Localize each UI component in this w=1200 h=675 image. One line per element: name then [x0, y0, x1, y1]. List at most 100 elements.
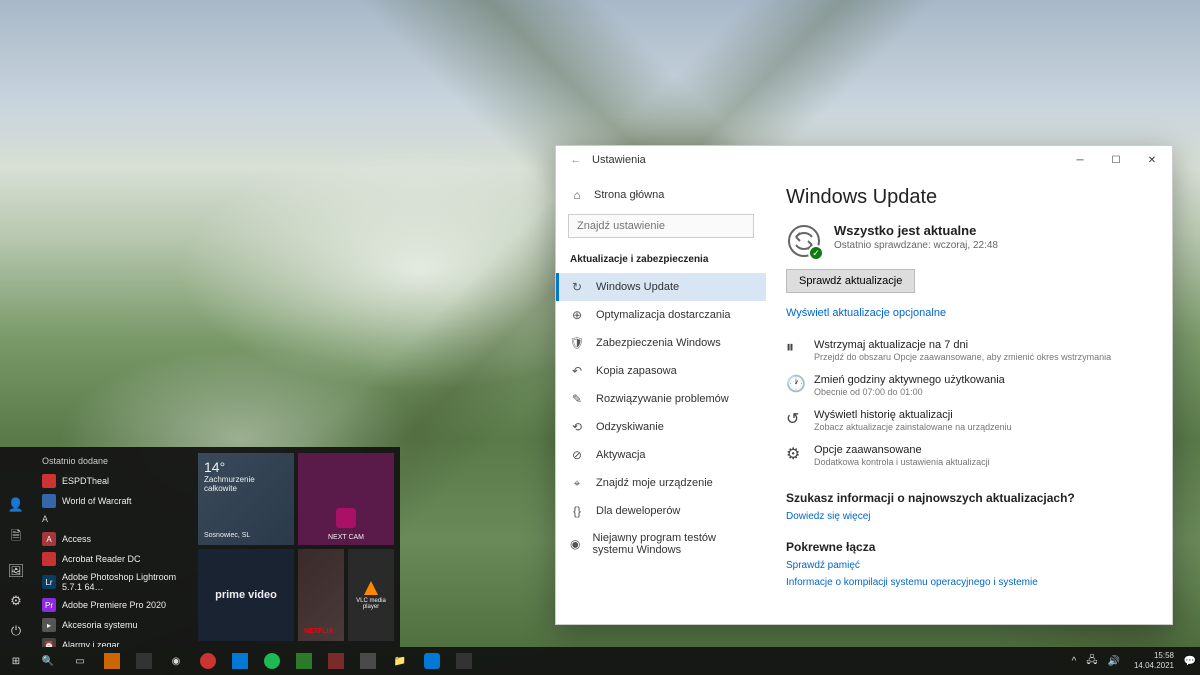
- location-icon: ⌖: [570, 476, 584, 490]
- tray-chevron-icon[interactable]: ^: [1072, 656, 1077, 667]
- app-icon: Lr: [42, 575, 56, 589]
- taskbar-search[interactable]: 🔍: [32, 647, 64, 675]
- option-history[interactable]: ↺Wyświetl historię aktualizacjiZobacz ak…: [786, 403, 1152, 438]
- related-link-build[interactable]: Informacje o kompilacji systemu operacyj…: [786, 577, 1152, 588]
- user-icon[interactable]: 👤: [8, 497, 24, 513]
- task-view-icon: ▭: [72, 653, 88, 669]
- pictures-icon[interactable]: 🖼: [8, 563, 25, 579]
- app-icon: ⏰: [42, 638, 56, 647]
- taskbar-app[interactable]: [320, 647, 352, 675]
- taskbar-app[interactable]: [96, 647, 128, 675]
- list-item[interactable]: ⏰Alarmy i zegar: [36, 635, 188, 647]
- app-icon: [200, 653, 216, 669]
- task-view-button[interactable]: ▭: [64, 647, 96, 675]
- check-updates-button[interactable]: Sprawdź aktualizacje: [786, 269, 915, 293]
- system-tray: ^ 🖧 🔊: [1064, 653, 1128, 670]
- tile-prime-video[interactable]: prime video: [198, 549, 294, 641]
- app-icon: [136, 653, 152, 669]
- nav-item-windows-update[interactable]: ↻Windows Update: [556, 273, 766, 301]
- window-titlebar[interactable]: ← Ustawienia ─ ☐ ✕: [556, 146, 1172, 174]
- tile-weather[interactable]: 14° Zachmurzenie całkowite Sosnowiec, SL: [198, 453, 294, 545]
- nav-item-recovery[interactable]: ⟲Odzyskiwanie: [556, 413, 766, 441]
- activation-icon: ⊘: [570, 448, 584, 462]
- update-status: ✓ Wszystko jest aktualne Ostatnio sprawd…: [786, 223, 1152, 259]
- taskbar-app[interactable]: ◉: [160, 647, 192, 675]
- pause-icon: ⏸: [786, 339, 804, 357]
- app-icon: [42, 552, 56, 566]
- window-title: Ustawienia: [588, 154, 1062, 166]
- minimize-button[interactable]: ─: [1062, 146, 1098, 174]
- notification-button[interactable]: 💬: [1180, 647, 1200, 675]
- letter-header[interactable]: A: [36, 511, 188, 529]
- maximize-button[interactable]: ☐: [1098, 146, 1134, 174]
- nav-item-delivery[interactable]: ⊕Optymalizacja dostarczania: [556, 301, 766, 329]
- info-heading: Szukasz informacji o najnowszych aktuali…: [786, 491, 1152, 505]
- taskbar-app[interactable]: [352, 647, 384, 675]
- related-link-storage[interactable]: Sprawdź pamięć: [786, 560, 1152, 571]
- optional-updates-link[interactable]: Wyświetl aktualizacje opcjonalne: [786, 307, 1152, 319]
- nav-home[interactable]: ⌂ Strona główna: [556, 182, 766, 208]
- nav-item-developers[interactable]: {}Dla deweloperów: [556, 497, 766, 525]
- list-item[interactable]: ESPDTheal: [36, 471, 188, 491]
- option-active-hours[interactable]: 🕐Zmień godziny aktywnego użytkowaniaObec…: [786, 368, 1152, 403]
- folder-icon: ▸: [42, 618, 56, 632]
- shield-icon: 🛡: [570, 336, 584, 350]
- documents-icon[interactable]: 🗎: [11, 527, 21, 549]
- status-subtitle: Ostatnio sprawdzane: wczoraj, 22:48: [834, 240, 998, 251]
- app-icon: [232, 653, 248, 669]
- power-icon[interactable]: ⏻: [11, 623, 21, 639]
- app-icon: [328, 653, 344, 669]
- nav-item-troubleshoot[interactable]: ✎Rozwiązywanie problemów: [556, 385, 766, 413]
- related-heading: Pokrewne łącza: [786, 540, 1152, 554]
- taskbar-app[interactable]: [224, 647, 256, 675]
- tile-next-cam[interactable]: NEXT CAM: [298, 453, 394, 545]
- start-button[interactable]: ⊞: [0, 647, 32, 675]
- list-item[interactable]: World of Warcraft: [36, 491, 188, 511]
- list-item[interactable]: AAccess: [36, 529, 188, 549]
- list-item[interactable]: Acrobat Reader DC: [36, 549, 188, 569]
- taskbar-app[interactable]: [416, 647, 448, 675]
- taskbar-app[interactable]: [192, 647, 224, 675]
- app-icon: [456, 653, 472, 669]
- option-advanced[interactable]: ⚙Opcje zaawansowaneDodatkowa kontrola i …: [786, 438, 1152, 473]
- taskbar-app[interactable]: [288, 647, 320, 675]
- tile-vlc[interactable]: VLC media player: [348, 549, 394, 641]
- list-item[interactable]: ▸Akcesoria systemu: [36, 615, 188, 635]
- list-item[interactable]: PrAdobe Premiere Pro 2020: [36, 595, 188, 615]
- nav-item-backup[interactable]: ↶Kopia zapasowa: [556, 357, 766, 385]
- settings-window: ← Ustawienia ─ ☐ ✕ ⌂ Strona główna Aktua…: [555, 145, 1173, 625]
- taskbar: ⊞ 🔍 ▭ ◉ 📁 ^ 🖧 🔊 15:58 14.04.2021 💬: [0, 647, 1200, 675]
- tile-netflix[interactable]: NETFLIX: [298, 549, 344, 641]
- taskbar-app[interactable]: [448, 647, 480, 675]
- sync-icon: ↻: [570, 280, 584, 294]
- notification-icon: 💬: [1184, 656, 1196, 667]
- start-tiles: 14° Zachmurzenie całkowite Sosnowiec, SL…: [192, 447, 400, 647]
- tray-network-icon[interactable]: 🖧: [1086, 653, 1097, 670]
- back-icon[interactable]: ←: [564, 154, 588, 166]
- taskbar-app[interactable]: [128, 647, 160, 675]
- tray-volume-icon[interactable]: 🔊: [1108, 656, 1120, 667]
- start-menu: 👤 🗎 🖼 ⚙ ⏻ Ostatnio dodane ESPDTheal Worl…: [0, 447, 400, 647]
- insider-icon: ◉: [570, 537, 580, 551]
- settings-icon[interactable]: ⚙: [10, 593, 22, 609]
- learn-more-link[interactable]: Dowiedz się więcej: [786, 511, 1152, 522]
- close-button[interactable]: ✕: [1134, 146, 1170, 174]
- option-pause[interactable]: ⏸Wstrzymaj aktualizacje na 7 dniPrzejdź …: [786, 333, 1152, 368]
- taskbar-app[interactable]: [256, 647, 288, 675]
- dev-icon: {}: [570, 504, 584, 518]
- delivery-icon: ⊕: [570, 308, 584, 322]
- page-title: Windows Update: [786, 186, 1152, 209]
- nav-item-insider[interactable]: ◉Niejawny program testów systemu Windows: [556, 525, 766, 563]
- windows-icon: ⊞: [8, 653, 24, 669]
- nav-item-find-device[interactable]: ⌖Znajdź moje urządzenie: [556, 469, 766, 497]
- home-icon: ⌂: [570, 188, 584, 202]
- nav-item-security[interactable]: 🛡Zabezpieczenia Windows: [556, 329, 766, 357]
- app-icon: A: [42, 532, 56, 546]
- search-input[interactable]: [568, 214, 754, 238]
- app-icon: [104, 653, 120, 669]
- nav-item-activation[interactable]: ⊘Aktywacja: [556, 441, 766, 469]
- taskbar-explorer[interactable]: 📁: [384, 647, 416, 675]
- advanced-icon: ⚙: [786, 444, 804, 462]
- taskbar-clock[interactable]: 15:58 14.04.2021: [1128, 651, 1180, 670]
- list-item[interactable]: LrAdobe Photoshop Lightroom 5.7.1 64…: [36, 569, 188, 595]
